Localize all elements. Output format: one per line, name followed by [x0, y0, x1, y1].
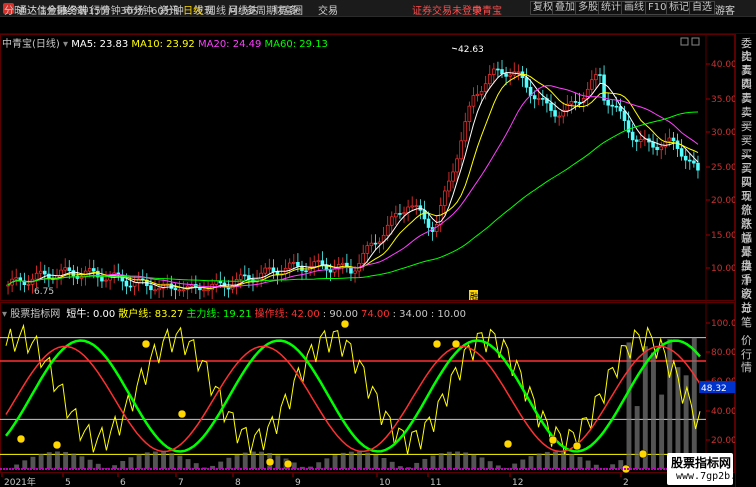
price-tick-label: 40.00 — [711, 60, 735, 70]
indicator-tick-label: 20.00 — [711, 436, 735, 446]
signal-smiley-icon — [572, 441, 582, 451]
moving-average-lines — [7, 72, 699, 290]
indicator-tick-label: 100.00 — [711, 319, 735, 329]
high-price-label: 42.63 — [458, 45, 484, 55]
chart-settings-icon[interactable] — [680, 37, 689, 46]
signal-smiley-icon — [340, 319, 350, 329]
signal-smiley-icon — [548, 435, 558, 445]
quote-side-panel: 委比 卖五 卖四 卖三 卖二 卖一 买一 买二 买三 买四 买五 现价 涨跌 涨幅 总量 外盘 换手 净资 收益分笔… — [735, 34, 756, 487]
low-price-label: 6.75 — [34, 287, 54, 297]
indicator-legend: ▾ 股票指标网 短牛: 0.00 散户线: 83.27 主力线: 19.21 操作线:… — [2, 305, 466, 320]
kline-chart[interactable]: 40.00 35.00 30.00 25.00 20.00 15.00 10.00 42.6… — [0, 34, 735, 487]
margin-event-text: 融 — [470, 291, 478, 301]
ma-legend: 中青宝(日线) ▾ MA5: 23.83 MA10: 23.92 MA20: 2… — [2, 35, 328, 50]
watermark-title: 股票指标网 — [671, 456, 732, 470]
indicator-name[interactable]: 股票指标网 — [10, 309, 60, 320]
price-axis: 40.00 35.00 30.00 25.00 20.00 15.00 10.00 — [706, 60, 735, 274]
period-monthly[interactable]: 月线 — [228, 2, 248, 17]
time-tick-label: 5 — [65, 478, 71, 487]
indicator-legend-item: 操作线: 42.00 — [254, 309, 320, 320]
ma5-line — [7, 72, 699, 290]
time-tick-label: 12 — [512, 478, 523, 487]
watermark-url: www.7gp2b.com — [676, 471, 755, 482]
period-multi[interactable]: 多周期 — [246, 2, 276, 17]
period-15min[interactable]: 15分钟 — [88, 2, 121, 17]
period-5min[interactable]: 5分钟 — [62, 2, 88, 17]
time-tick-label: 2 — [623, 478, 629, 487]
time-tick-label: 9 — [295, 478, 301, 487]
period-toolbar — [0, 17, 756, 34]
indicator-legend-item: 主力线: 19.21 — [186, 309, 252, 320]
ma10-line — [7, 73, 699, 290]
indicator-lines — [0, 319, 706, 474]
indicator-legend-item: : 10.00 — [430, 309, 466, 320]
signal-smiley-icon — [52, 440, 62, 450]
signal-smiley-icon — [451, 339, 461, 349]
indicator-current-value: 48.32 — [701, 384, 727, 394]
menu-trade[interactable]: 交易 — [318, 2, 338, 17]
time-tick-label: 11 — [430, 478, 441, 487]
price-tick-label: 35.00 — [711, 95, 735, 105]
ma5-value: MA5: 23.83 — [71, 39, 129, 50]
period-30min[interactable]: 30分钟 — [120, 2, 153, 17]
signal-smiley-icon — [16, 434, 26, 444]
signal-smiley-icon — [503, 439, 513, 449]
side-panel-item[interactable]: 分 — [736, 302, 756, 315]
side-panel-item[interactable]: 行情 — [736, 348, 756, 374]
indicator-tick-label: 40.00 — [711, 407, 735, 417]
signal-smiley-icon — [141, 339, 151, 349]
signal-smiley-icon — [283, 459, 293, 469]
high-pointer — [451, 47, 458, 50]
period-tick[interactable]: 分时 — [4, 2, 24, 17]
indicator-legend-item: 短牛: 0.00 — [66, 309, 116, 320]
time-axis: 2021年 5 6 7 8 9 10 11 12 2 — [1, 473, 629, 487]
indicator-legend-item: 散户线: 83.27 — [118, 309, 184, 320]
time-tick-label: 8 — [235, 478, 241, 487]
ma60-line — [7, 111, 699, 286]
price-tick-label: 25.00 — [711, 163, 735, 173]
ma20-value: MA20: 24.49 — [197, 39, 262, 50]
indicator-dropdown-icon[interactable]: ▾ — [2, 309, 7, 320]
price-tick-label: 15.00 — [711, 231, 735, 241]
current-stock-name: 中青宝 — [472, 6, 502, 17]
price-tick-label: 30.00 — [711, 128, 735, 138]
signal-smiley-icon — [177, 409, 187, 419]
time-tick-label: 10 — [379, 478, 391, 487]
watchlist-button[interactable]: 自选 — [689, 1, 715, 15]
side-panel-item[interactable]: 价 — [736, 334, 756, 347]
period-weekly[interactable]: 周线 — [206, 2, 226, 17]
time-tick-label: 7 — [178, 478, 184, 487]
chart-stock-label: 中青宝(日线) — [2, 39, 60, 50]
period-daily[interactable]: 日线 — [183, 2, 203, 17]
ma-dropdown-icon[interactable]: ▾ — [63, 39, 68, 50]
side-panel-item[interactable]: 笔 — [736, 316, 756, 329]
signal-smiley-icon — [432, 339, 442, 349]
signal-smiley-icon — [265, 457, 275, 467]
chart-maximize-icon[interactable] — [691, 37, 700, 46]
draw-line-button[interactable]: 画线 — [621, 1, 647, 15]
indicator-legend-item: 74.00 — [360, 309, 390, 320]
indicator-legend-item: : 34.00 — [392, 309, 428, 320]
ma20-line — [7, 85, 699, 288]
time-tick-label: 2021年 — [4, 476, 36, 487]
indicator-legend-item: : 90.00 — [322, 309, 358, 320]
candlesticks — [6, 60, 700, 300]
ma60-value: MA60: 29.13 — [264, 39, 328, 50]
period-60min[interactable]: 60分钟 — [151, 2, 184, 17]
price-tick-label: 20.00 — [711, 196, 735, 206]
price-tick-label: 10.00 — [711, 264, 735, 274]
signal-smiley-icon — [638, 449, 648, 459]
time-tick-label: 6 — [120, 478, 126, 487]
indicator-tick-label: 80.00 — [711, 348, 735, 358]
period-more[interactable]: 更多 — [278, 2, 298, 17]
ma10-value: MA10: 23.92 — [131, 39, 195, 50]
guest-login[interactable]: 游客 — [715, 2, 735, 17]
